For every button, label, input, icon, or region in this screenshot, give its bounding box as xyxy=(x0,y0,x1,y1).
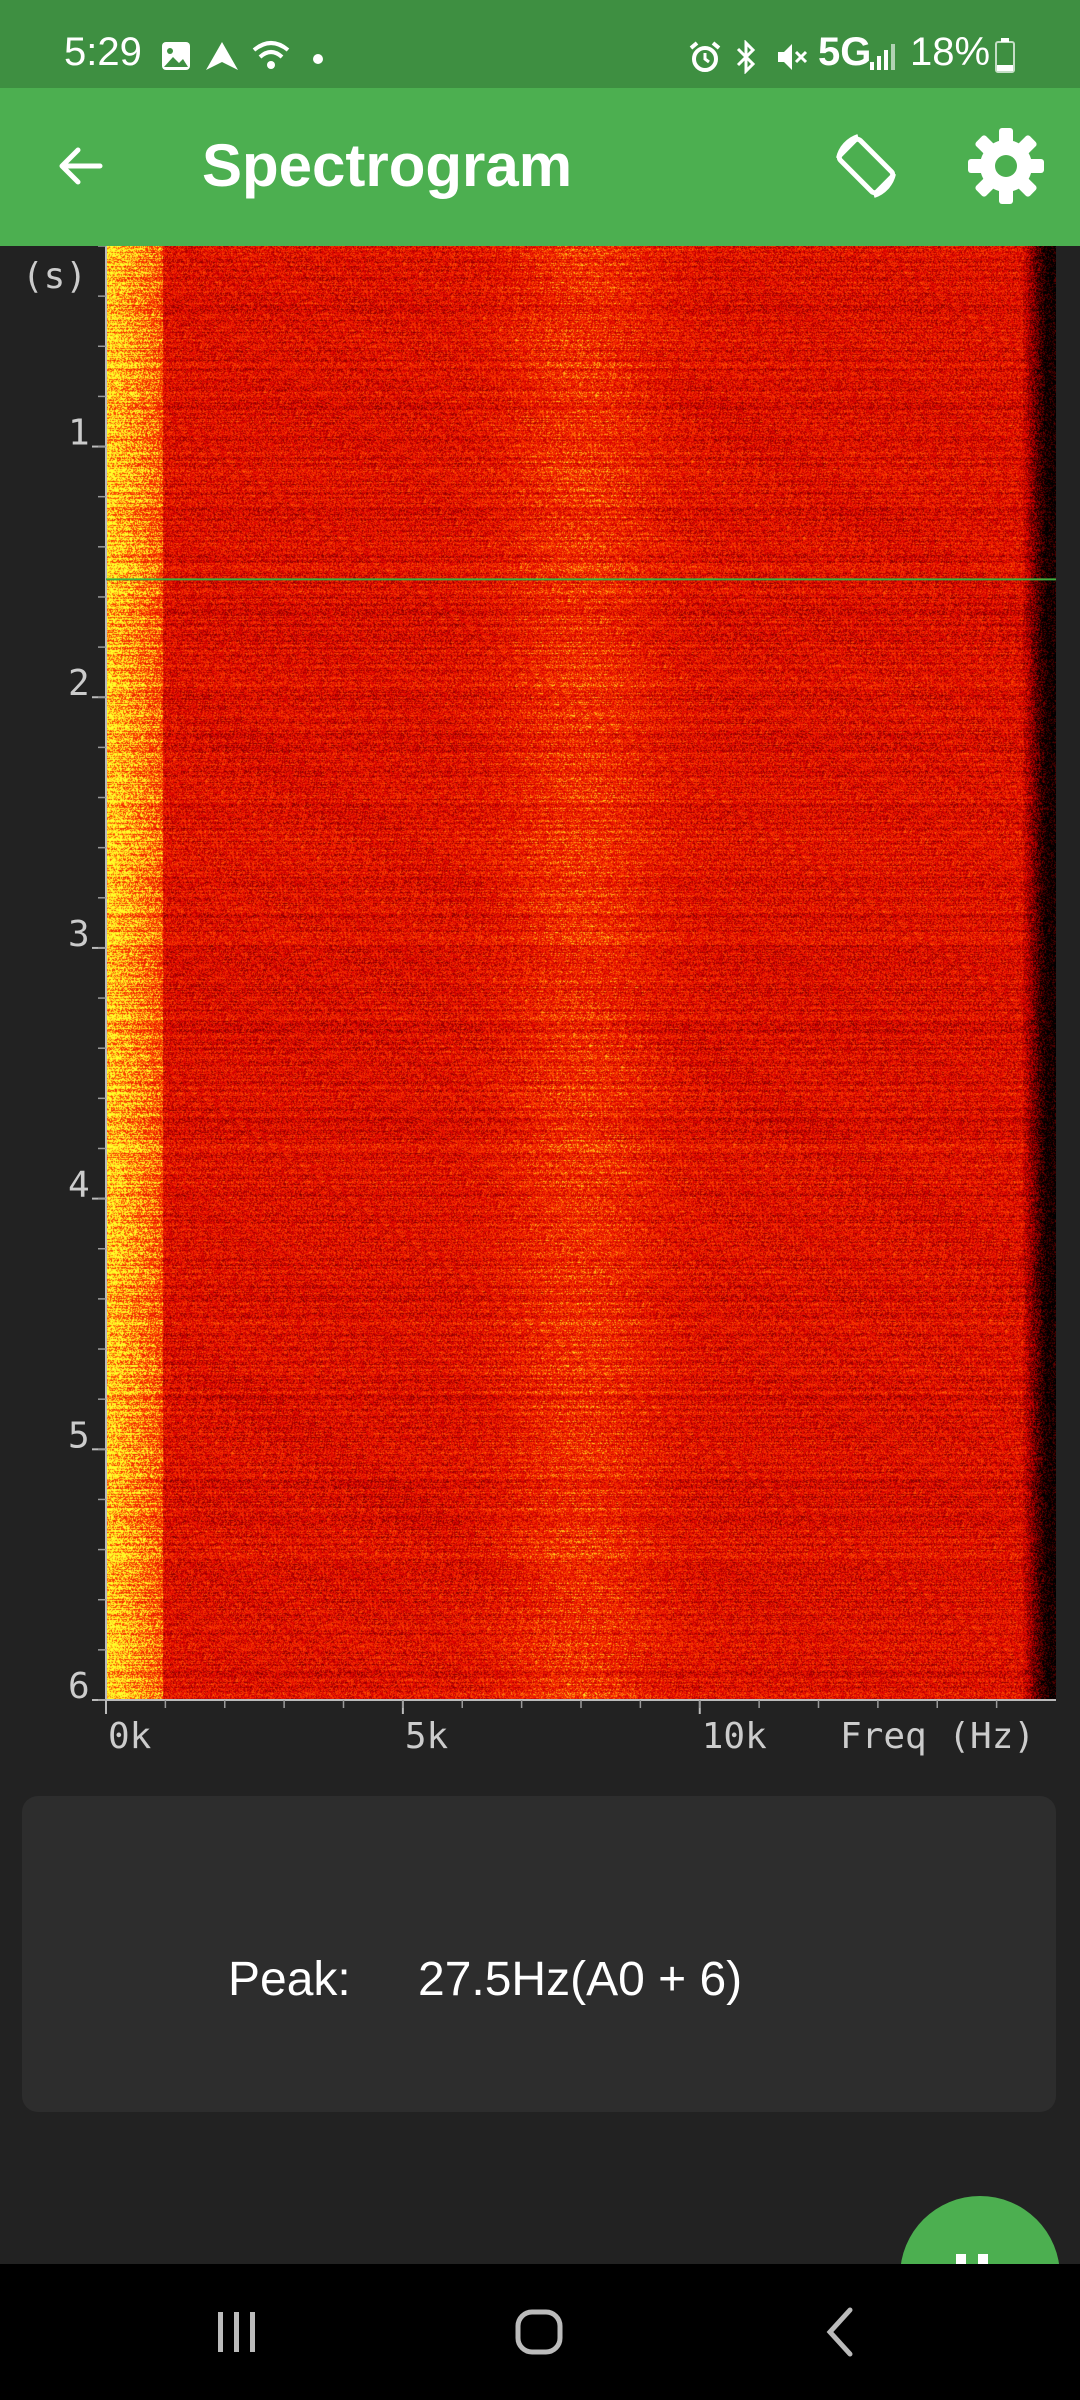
x-tick-label: 5k xyxy=(405,1716,449,1757)
recent-apps-icon[interactable] xyxy=(212,2304,262,2365)
status-time: 5:29 xyxy=(64,30,142,74)
peak-value: 27.5Hz(A0 + 6) xyxy=(418,1953,743,2006)
spectrogram-plot[interactable]: 1 2 3 4 5 6 0k 5k 10k (s) Freq (Hz) xyxy=(0,246,1080,1766)
signal-icon xyxy=(868,40,898,77)
bluetooth-icon xyxy=(734,39,758,79)
back-icon[interactable] xyxy=(820,2304,860,2365)
y-axis-label: (s) xyxy=(22,256,87,297)
home-icon[interactable] xyxy=(512,2304,568,2365)
mute-icon xyxy=(774,40,810,79)
page-title: Spectrogram xyxy=(202,132,573,199)
peak-label: Peak: xyxy=(228,1953,351,2006)
wifi-icon xyxy=(252,40,290,77)
y-tick-label: 1 xyxy=(68,413,90,454)
spectrogram-axes: 1 2 3 4 5 6 0k 5k 10k (s) Freq (Hz) xyxy=(22,246,1056,1757)
image-icon xyxy=(160,40,192,77)
dot-icon xyxy=(312,52,324,70)
system-nav-bar xyxy=(0,2264,1080,2400)
status-bar: 5:29 5G 18% xyxy=(0,0,1080,88)
screen-rotation-icon[interactable] xyxy=(828,128,904,209)
battery-percent: 18% xyxy=(910,30,991,74)
y-tick-label: 2 xyxy=(68,663,90,704)
gear-icon[interactable] xyxy=(964,124,1048,213)
x-axis-label: Freq (Hz) xyxy=(840,1716,1035,1757)
battery-icon xyxy=(994,38,1016,79)
y-tick-label: 3 xyxy=(68,914,90,955)
navigation-icon xyxy=(204,40,240,77)
app-bar: Spectrogram xyxy=(0,88,1080,246)
x-tick-label: 0k xyxy=(108,1716,152,1757)
alarm-icon xyxy=(688,40,722,79)
y-tick-label: 4 xyxy=(68,1165,90,1206)
y-tick-label: 6 xyxy=(68,1666,90,1707)
network-type: 5G xyxy=(818,30,872,74)
info-card: Peak: 27.5Hz(A0 + 6) xyxy=(22,1796,1056,2112)
y-tick-label: 5 xyxy=(68,1415,90,1456)
back-arrow-icon[interactable] xyxy=(54,140,106,197)
x-tick-label: 10k xyxy=(702,1716,767,1757)
